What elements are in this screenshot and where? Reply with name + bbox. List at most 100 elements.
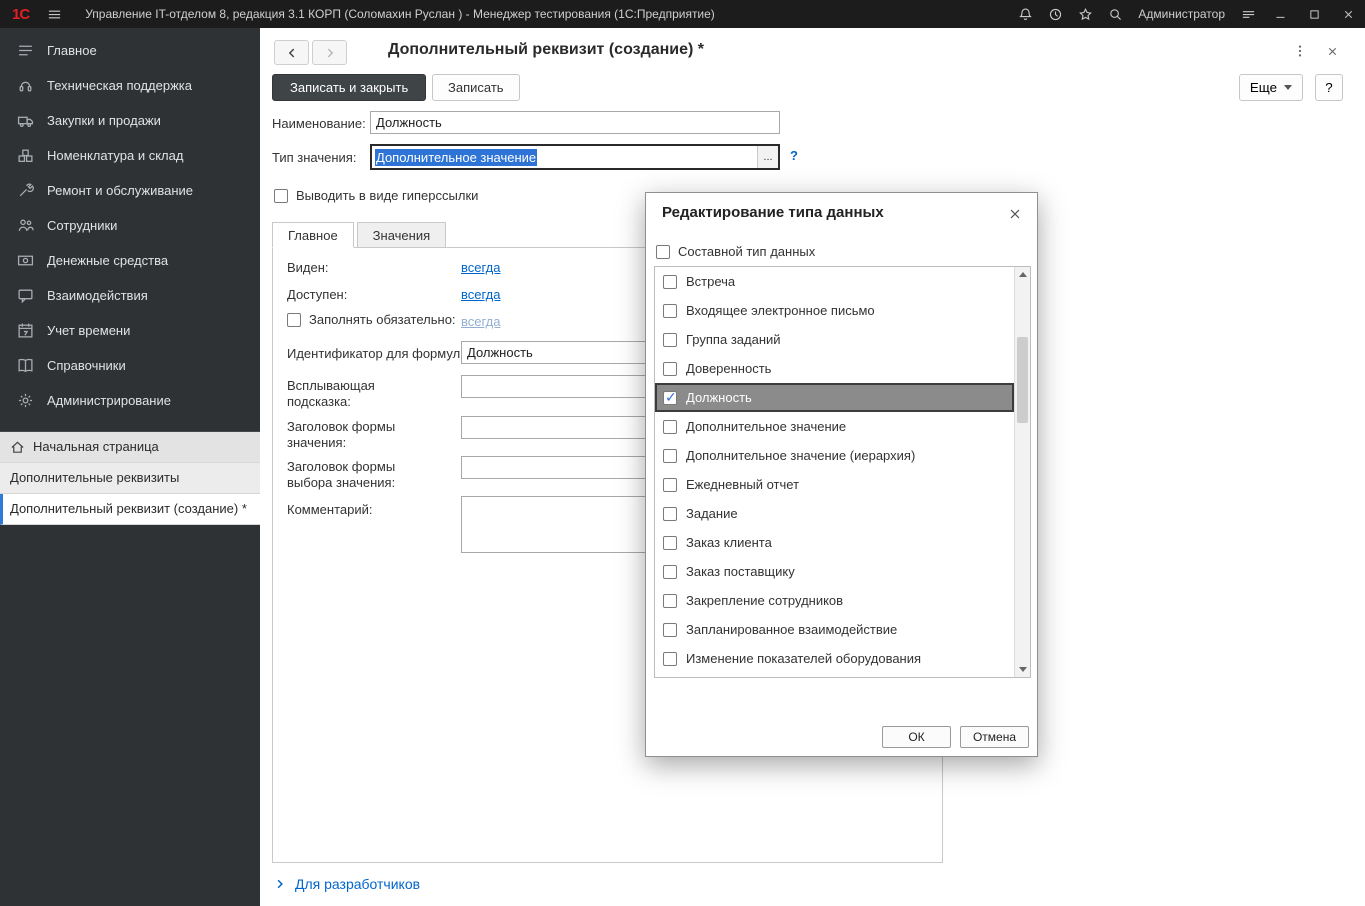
sidebar-item-employees[interactable]: Сотрудники xyxy=(0,208,260,243)
type-item-checkbox[interactable] xyxy=(663,623,677,637)
type-item-checkbox[interactable] xyxy=(663,275,677,289)
arrow-right-icon xyxy=(323,46,337,60)
sidebar-item-catalogs[interactable]: Справочники xyxy=(0,348,260,383)
home-page-item[interactable]: Начальная страница xyxy=(0,432,260,463)
sidebar-item-purchases-sales[interactable]: Закупки и продажи xyxy=(0,103,260,138)
minimize-button[interactable] xyxy=(1263,0,1297,28)
notifications-button[interactable] xyxy=(1010,0,1040,28)
type-item-checkbox[interactable] xyxy=(663,304,677,318)
ok-button[interactable]: ОК xyxy=(882,726,951,748)
form-close-button[interactable] xyxy=(1321,40,1343,62)
list-scrollbar[interactable] xyxy=(1014,267,1030,677)
sidebar-item-time-tracking[interactable]: Учет времени xyxy=(0,313,260,348)
visible-value-link[interactable]: всегда xyxy=(461,260,500,275)
type-list-item[interactable]: Дополнительное значение (иерархия) xyxy=(655,441,1014,470)
type-item-checkbox[interactable] xyxy=(663,333,677,347)
save-button[interactable]: Записать xyxy=(432,74,520,101)
type-list-item[interactable]: Заказ клиента xyxy=(655,528,1014,557)
composite-type-checkbox[interactable] xyxy=(656,245,670,259)
dialog-close-button[interactable] xyxy=(1005,204,1025,224)
save-and-close-button[interactable]: Записать и закрыть xyxy=(272,74,426,101)
sidebar-item-main[interactable]: Главное xyxy=(0,33,260,68)
help-button[interactable]: ? xyxy=(1315,74,1343,101)
sidebar-item-label: Сотрудники xyxy=(47,218,117,233)
type-list-item[interactable]: Закрепление сотрудников xyxy=(655,586,1014,615)
sidebar-item-label: Администрирование xyxy=(47,393,171,408)
type-list-item[interactable]: Задание xyxy=(655,499,1014,528)
type-list-item[interactable]: Должность xyxy=(655,383,1014,412)
value-type-input[interactable]: Дополнительное значение ... xyxy=(370,144,780,170)
type-item-checkbox[interactable] xyxy=(663,391,677,405)
form-more-menu-button[interactable] xyxy=(1289,40,1311,62)
banknote-icon xyxy=(17,252,34,269)
sidebar-item-repair-service[interactable]: Ремонт и обслуживание xyxy=(0,173,260,208)
type-item-checkbox[interactable] xyxy=(663,420,677,434)
scrollbar-up-button[interactable] xyxy=(1015,267,1030,282)
scrollbar-thumb[interactable] xyxy=(1017,337,1028,423)
back-button[interactable] xyxy=(274,40,309,65)
tab-values[interactable]: Значения xyxy=(357,222,446,248)
type-item-checkbox[interactable] xyxy=(663,362,677,376)
type-list-item[interactable]: Доверенность xyxy=(655,354,1014,383)
type-list-item[interactable]: Заказ поставщику xyxy=(655,557,1014,586)
composite-type-checkbox-row[interactable]: Составной тип данных xyxy=(656,244,815,259)
maximize-button[interactable] xyxy=(1297,0,1331,28)
type-list-item[interactable]: Дополнительное значение xyxy=(655,412,1014,441)
available-value-link[interactable]: всегда xyxy=(461,287,500,302)
type-list-item[interactable]: Встреча xyxy=(655,267,1014,296)
more-button[interactable]: Еще xyxy=(1239,74,1303,101)
type-list-item[interactable]: Группа заданий xyxy=(655,325,1014,354)
service-menu-button[interactable] xyxy=(1233,0,1263,28)
for-developers-expander[interactable]: Для разработчиков xyxy=(274,876,420,892)
open-windows-panel: Начальная страница Дополнительные реквиз… xyxy=(0,431,260,525)
hyperlink-checkbox-row[interactable]: Выводить в виде гиперссылки xyxy=(274,188,478,203)
sidebar-item-nomenclature-warehouse[interactable]: Номенклатура и склад xyxy=(0,138,260,173)
forward-button[interactable] xyxy=(312,40,347,65)
type-item-checkbox[interactable] xyxy=(663,536,677,550)
type-item-checkbox[interactable] xyxy=(663,478,677,492)
form-tabs: Главное Значения xyxy=(272,222,449,248)
type-item-label: Встреча xyxy=(686,274,735,289)
more-button-label: Еще xyxy=(1250,80,1277,95)
type-list-item[interactable]: Запланированное взаимодействие xyxy=(655,615,1014,644)
type-item-checkbox[interactable] xyxy=(663,565,677,579)
scrollbar-down-button[interactable] xyxy=(1015,662,1030,677)
required-value-link[interactable]: всегда xyxy=(461,314,500,329)
type-item-checkbox[interactable] xyxy=(663,652,677,666)
close-window-button[interactable] xyxy=(1331,0,1365,28)
current-user[interactable]: Администратор xyxy=(1130,7,1233,21)
required-checkbox-row[interactable]: Заполнять обязательно: xyxy=(287,312,456,327)
book-icon xyxy=(17,357,34,374)
search-button[interactable] xyxy=(1100,0,1130,28)
value-type-help-link[interactable]: ? xyxy=(790,148,798,163)
type-list-item[interactable]: Изменение показателей оборудования xyxy=(655,644,1014,673)
hyperlink-checkbox[interactable] xyxy=(274,189,288,203)
sidebar-item-money[interactable]: Денежные средства xyxy=(0,243,260,278)
favorites-button[interactable] xyxy=(1070,0,1100,28)
gear-icon xyxy=(17,392,34,409)
name-input[interactable] xyxy=(370,111,780,134)
value-type-text: Дополнительное значение xyxy=(372,146,757,168)
open-window-additional-attribute-create[interactable]: Дополнительный реквизит (создание) * xyxy=(0,494,260,525)
type-list-item[interactable]: Входящее электронное письмо xyxy=(655,296,1014,325)
type-list-item[interactable]: Ежедневный отчет xyxy=(655,470,1014,499)
name-label: Наименование: xyxy=(272,116,366,131)
main-menu-button[interactable] xyxy=(39,0,69,28)
required-checkbox[interactable] xyxy=(287,313,301,327)
cancel-button[interactable]: Отмена xyxy=(960,726,1029,748)
value-type-choose-button[interactable]: ... xyxy=(757,146,778,168)
open-window-label: Дополнительные реквизиты xyxy=(10,470,179,486)
sidebar-item-administration[interactable]: Администрирование xyxy=(0,383,260,418)
boxes-icon xyxy=(17,147,34,164)
sidebar-item-tech-support[interactable]: Техническая поддержка xyxy=(0,68,260,103)
type-item-checkbox[interactable] xyxy=(663,594,677,608)
type-item-label: Ежедневный отчет xyxy=(686,477,799,492)
sidebar-item-interactions[interactable]: Взаимодействия xyxy=(0,278,260,313)
history-button[interactable] xyxy=(1040,0,1070,28)
type-item-checkbox[interactable] xyxy=(663,507,677,521)
history-nav xyxy=(274,40,347,65)
type-item-checkbox[interactable] xyxy=(663,449,677,463)
open-window-additional-attributes[interactable]: Дополнительные реквизиты xyxy=(0,463,260,494)
type-list-item[interactable]: Инвентаризация xyxy=(655,673,1014,677)
tab-main[interactable]: Главное xyxy=(272,222,354,248)
